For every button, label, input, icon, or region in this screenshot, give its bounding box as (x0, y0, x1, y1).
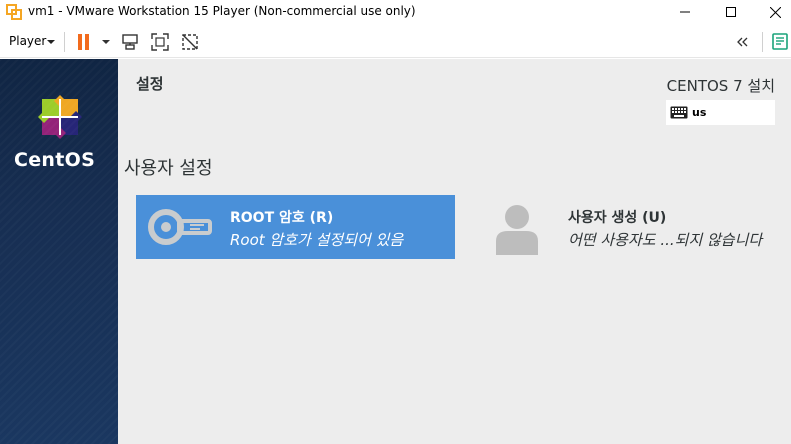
root-password-spoke[interactable]: ROOT 암호 (R) Root 암호가 설정되어 있음 (136, 195, 455, 259)
unity-icon[interactable] (180, 32, 200, 52)
window-title-bar: vm1 - VMware Workstation 15 Player (Non-… (0, 0, 791, 24)
player-menu-button[interactable]: Player (9, 34, 46, 48)
pause-icon[interactable] (74, 32, 94, 52)
maximize-button[interactable] (708, 0, 754, 24)
maximize-icon (726, 7, 736, 17)
keyboard-layout-label: us (692, 106, 707, 119)
notes-icon[interactable] (770, 32, 790, 52)
chevron-down-icon[interactable] (47, 40, 55, 44)
close-icon (769, 6, 781, 18)
collapse-toolbar-icon[interactable] (733, 32, 753, 52)
key-icon (148, 209, 212, 245)
installer-main-panel: 설정 CENTOS 7 설치 us 사용자 설정 ROOT 암호 (R) Roo… (118, 59, 791, 444)
vmware-toolbar: Player (0, 24, 791, 58)
minimize-icon (680, 11, 690, 13)
installer-sidebar: CentOS (0, 59, 118, 444)
fullscreen-icon[interactable] (150, 32, 170, 52)
section-title: 사용자 설정 (124, 158, 213, 179)
minimize-button[interactable] (662, 0, 708, 24)
root-password-spoke-status: Root 암호가 설정되어 있음 (230, 231, 404, 249)
close-button[interactable] (752, 0, 791, 24)
vmware-app-icon (6, 4, 22, 20)
power-dropdown-icon[interactable] (96, 32, 116, 52)
toolbar-divider (64, 32, 65, 52)
page-title: 설정 (136, 75, 164, 93)
install-title: CENTOS 7 설치 (666, 77, 775, 95)
centos-brand-text: CentOS (14, 149, 96, 171)
user-creation-spoke-title: 사용자 생성 (U) (568, 210, 667, 226)
root-password-spoke-title: ROOT 암호 (R) (230, 210, 334, 226)
user-creation-spoke[interactable]: 사용자 생성 (U) 어떤 사용자도 ...되지 않습니다 (486, 195, 791, 259)
user-creation-spoke-status: 어떤 사용자도 ...되지 않습니다 (568, 231, 763, 249)
keyboard-icon (670, 106, 688, 119)
user-icon (496, 205, 538, 255)
send-ctrl-alt-del-icon[interactable] (120, 32, 140, 52)
keyboard-layout-indicator[interactable]: us (666, 100, 775, 125)
centos-logo-icon (38, 95, 82, 139)
toolbar-divider (762, 32, 763, 52)
window-title: vm1 - VMware Workstation 15 Player (Non-… (28, 4, 416, 18)
